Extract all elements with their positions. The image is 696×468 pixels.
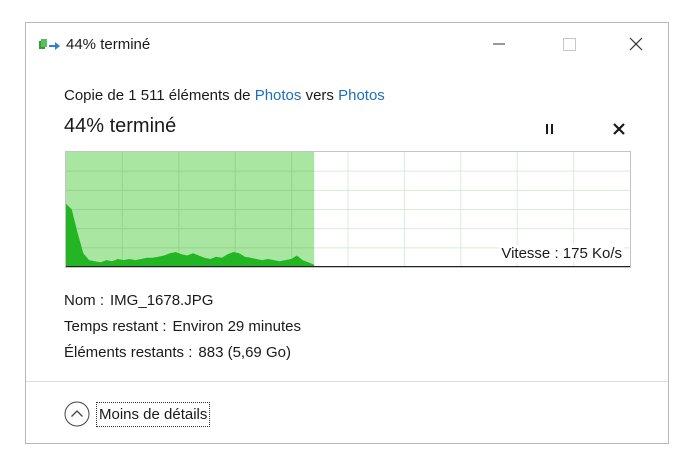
copy-description: Copie de 1 511 éléments de Photos vers P… [64, 87, 385, 104]
copy-prefix: Copie de 1 511 éléments de [64, 87, 251, 104]
name-label: Nom : [64, 292, 105, 309]
time-remaining-value: Environ 29 minutes [172, 318, 301, 335]
destination-folder-link[interactable]: Photos [338, 87, 385, 104]
chevron-up-icon[interactable] [64, 401, 90, 427]
copy-middle: vers [305, 87, 334, 104]
speed-graph: Vitesse : 175 Ko/s [65, 151, 631, 268]
detail-time-row: Temps restant : Environ 29 minutes [64, 314, 301, 340]
maximize-icon [563, 38, 576, 51]
less-details-label[interactable]: Moins de détails [96, 401, 211, 427]
copy-progress-dialog: 44% terminé Copie de 1 511 éléments de P… [25, 22, 669, 444]
pause-button[interactable] [538, 119, 562, 139]
items-remaining-label: Éléments restants : [64, 344, 193, 361]
copy-details: Nom : IMG_1678.JPG Temps restant : Environ… [64, 288, 301, 366]
speed-label: Vitesse : 175 Ko/s [499, 245, 624, 262]
minimize-icon [493, 43, 505, 45]
name-value: IMG_1678.JPG [110, 292, 214, 309]
maximize-button [547, 29, 591, 61]
cancel-copy-button[interactable] [608, 119, 630, 139]
pause-icon [546, 124, 553, 134]
source-folder-link[interactable]: Photos [255, 87, 302, 104]
footer-divider [26, 381, 668, 382]
detail-items-row: Éléments restants : 883 (5,69 Go) [64, 340, 301, 366]
less-details-button[interactable]: Moins de détails [64, 400, 211, 428]
detail-name-row: Nom : IMG_1678.JPG [64, 288, 301, 314]
time-remaining-label: Temps restant : [64, 318, 167, 335]
cancel-icon [613, 123, 625, 135]
window-title: 44% terminé [66, 36, 151, 53]
items-remaining-value: 883 (5,69 Go) [198, 344, 291, 361]
close-icon [629, 37, 643, 51]
title-bar[interactable]: 44% terminé [26, 23, 668, 67]
minimize-button[interactable] [477, 29, 521, 61]
close-window-button[interactable] [614, 29, 658, 61]
progress-status: 44% terminé [64, 115, 177, 137]
file-copy-icon [38, 37, 62, 53]
